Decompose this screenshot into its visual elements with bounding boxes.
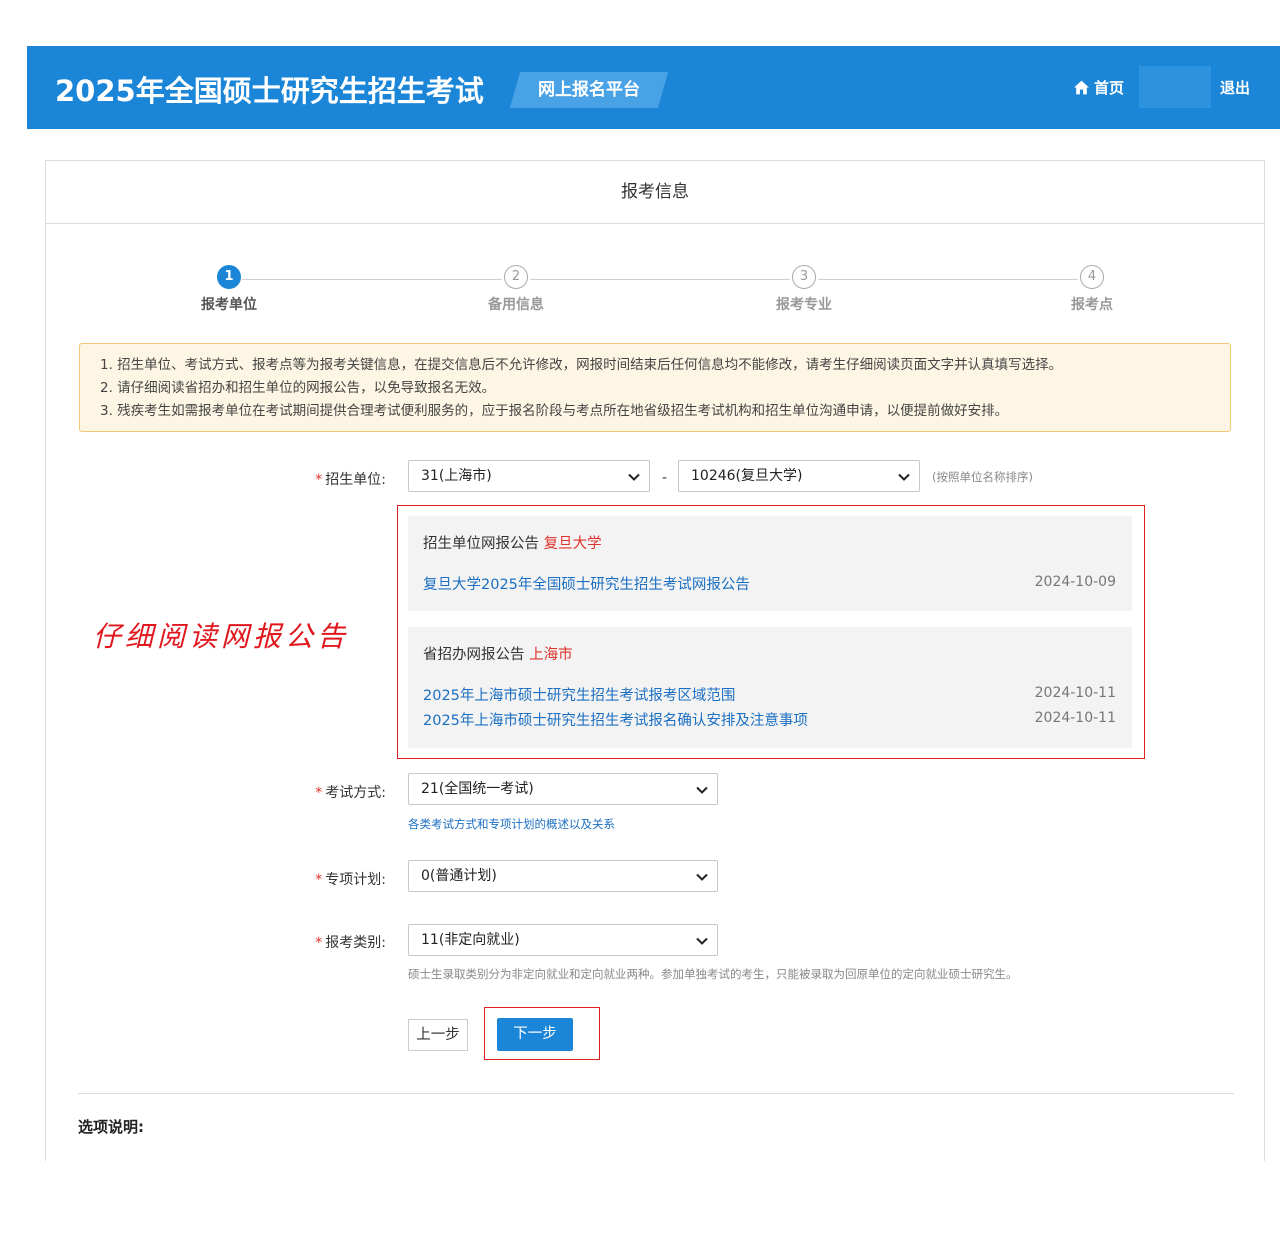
step-label: 备用信息 [488,297,544,313]
province-announcement-heading: 省招办网报公告 [423,647,525,663]
announcement-link[interactable]: 2025年上海市硕士研究生招生考试报名确认安排及注意事项 [423,709,808,730]
special-plan-select-value: 0(普通计划) [421,868,497,884]
chevron-down-icon [628,473,640,481]
category-select-value: 11(非定向就业) [421,932,520,948]
options-description-title: 选项说明: [78,1118,144,1136]
category-hint: 硕士生录取类别分为非定向就业和定向就业两种。参加单独考试的考生，只能被录取为回原… [408,967,1018,981]
home-icon [1074,80,1089,95]
announcement-date: 2024-10-09 [1034,574,1116,590]
prev-step-button[interactable]: 上一步 [408,1019,468,1051]
exam-mode-label-text: 考试方式: [325,785,386,801]
notice-line: 2. 请仔细阅读省招办和招生单位的网报公告，以免导致报名无效。 [100,380,496,396]
progress-stepper: 1 报考单位 2 备用信息 3 报考专业 4 报考点 [46,265,1264,325]
top-header: 2025年全国硕士研究生招生考试 网上报名平台 首页 退出 [27,46,1280,129]
step-1: 1 报考单位 [169,265,289,314]
platform-badge-label: 网上报名平台 [538,80,640,100]
sort-hint: (按照单位名称排序) [932,470,1033,484]
notice-line: 1. 招生单位、考试方式、报考点等为报考关键信息，在提交信息后不允许修改，网报时… [100,357,1063,373]
exam-mode-select-value: 21(全国统一考试) [421,781,534,797]
unit-label: * 招生单位: [276,469,386,489]
required-mark: * [315,785,323,801]
step-label: 报考专业 [776,297,832,313]
exam-mode-label: * 考试方式: [276,782,386,802]
step-4: 4 报考点 [1032,265,1152,314]
special-plan-select[interactable]: 0(普通计划) [408,860,718,892]
category-label: * 报考类别: [276,932,386,952]
chevron-down-icon [898,473,910,481]
exam-mode-help-link[interactable]: 各类考试方式和专项计划的概述以及关系 [408,816,615,832]
required-mark: * [315,935,323,951]
step-number: 4 [1080,265,1104,289]
province-announcement-title: 省招办网报公告 上海市 [423,643,573,664]
notice-box: 1. 招生单位、考试方式、报考点等为报考关键信息，在提交信息后不允许修改，网报时… [79,343,1231,432]
step-number: 1 [217,265,241,289]
step-number: 2 [504,265,528,289]
home-link[interactable]: 首页 [1073,77,1124,98]
school-select-value: 10246(复旦大学) [691,468,803,484]
province-name-highlight: 上海市 [529,647,573,663]
required-mark: * [315,472,323,488]
announcement-date: 2024-10-11 [1034,710,1116,726]
school-announcement-heading: 招生单位网报公告 [423,536,539,552]
province-announcement-box: 省招办网报公告 上海市 2025年上海市硕士研究生招生考试报考区域范围 2024… [408,627,1132,748]
user-info-box[interactable] [1139,66,1211,108]
step-label: 报考点 [1071,297,1113,313]
category-select[interactable]: 11(非定向就业) [408,924,718,956]
announcement-link[interactable]: 2025年上海市硕士研究生招生考试报考区域范围 [423,684,735,705]
exam-mode-select[interactable]: 21(全国统一考试) [408,773,718,805]
announcement-date: 2024-10-11 [1034,685,1116,701]
school-select[interactable]: 10246(复旦大学) [678,460,920,492]
logout-link[interactable]: 退出 [1220,77,1250,98]
registration-panel: 报考信息 1 报考单位 2 备用信息 3 报考专业 4 报考点 1. 招生单位、… [45,160,1265,1161]
home-link-label: 首页 [1094,79,1125,97]
platform-badge: 网上报名平台 [509,72,669,108]
school-announcement-title: 招生单位网报公告 复旦大学 [423,532,602,553]
province-select-value: 31(上海市) [421,468,492,484]
site-title: 2025年全国硕士研究生招生考试 [55,74,484,108]
next-step-button[interactable]: 下一步 [497,1018,573,1051]
panel-title: 报考信息 [46,161,1264,224]
section-divider [78,1093,1234,1094]
special-plan-label: * 专项计划: [276,869,386,889]
required-mark: * [315,872,323,888]
notice-line: 3. 残疾考生如需报考单位在考试期间提供合理考试便利服务的，应于报名阶段与考点所… [100,403,1009,419]
category-label-text: 报考类别: [325,935,386,951]
chevron-down-icon [696,937,708,945]
announcement-highlight-frame: 招生单位网报公告 复旦大学 复旦大学2025年全国硕士研究生招生考试网报公告 2… [397,505,1145,759]
unit-separator: - [662,470,668,486]
school-announcement-box: 招生单位网报公告 复旦大学 复旦大学2025年全国硕士研究生招生考试网报公告 2… [408,516,1132,611]
step-3: 3 报考专业 [744,265,864,314]
special-plan-label-text: 专项计划: [325,872,386,888]
chevron-down-icon [696,873,708,881]
read-announcement-annotation: 仔细阅读网报公告 [93,620,350,653]
chevron-down-icon [696,786,708,794]
province-select[interactable]: 31(上海市) [408,460,650,492]
school-name-highlight: 复旦大学 [543,536,602,552]
step-label: 报考单位 [201,297,257,313]
step-2: 2 备用信息 [456,265,576,314]
step-number: 3 [792,265,816,289]
announcement-link[interactable]: 复旦大学2025年全国硕士研究生招生考试网报公告 [423,573,750,594]
unit-label-text: 招生单位: [325,472,386,488]
